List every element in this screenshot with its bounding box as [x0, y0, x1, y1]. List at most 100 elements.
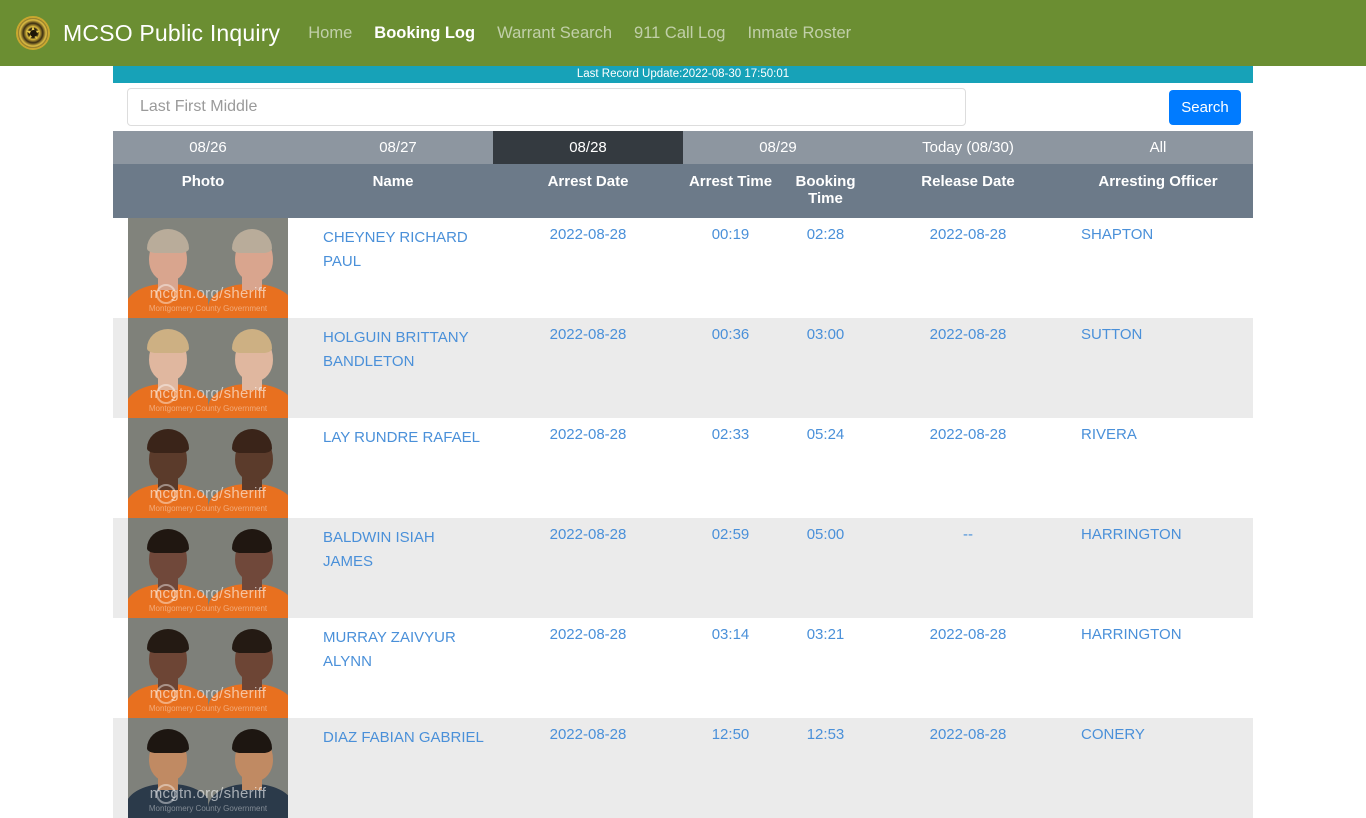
search-button[interactable]: Search: [1169, 89, 1241, 125]
brand[interactable]: MCSO Public Inquiry: [16, 16, 280, 50]
cell-photo: mcgtn.org/sheriff Montgomery County Gover…: [113, 618, 293, 718]
cell-release-date-link[interactable]: --: [963, 526, 973, 543]
cell-booking-time: 02:28: [778, 218, 873, 318]
cell-arrest-date-link[interactable]: 2022-08-28: [550, 426, 627, 443]
cell-booking-time: 03:21: [778, 618, 873, 718]
cell-release-date: 2022-08-28: [873, 418, 1063, 518]
nav-link-home[interactable]: Home: [308, 24, 352, 43]
cell-arrest-date: 2022-08-28: [493, 418, 683, 518]
cell-release-date-link[interactable]: 2022-08-28: [930, 626, 1007, 643]
cell-name-link[interactable]: HOLGUIN BRITTANY BANDLETON: [323, 329, 468, 370]
mugshot-image[interactable]: mcgtn.org/sheriff Montgomery County Gover…: [128, 518, 288, 618]
column-header-booking-time[interactable]: Booking Time: [778, 164, 873, 218]
date-tab-0827[interactable]: 08/27: [303, 131, 493, 164]
cell-name-link[interactable]: DIAZ FABIAN GABRIEL: [323, 729, 484, 746]
nav-link-911-call-log[interactable]: 911 Call Log: [634, 24, 725, 43]
cell-name: LAY RUNDRE RAFAEL: [293, 418, 493, 518]
cell-arrest-time-link[interactable]: 03:14: [712, 626, 750, 643]
cell-arrest-date: 2022-08-28: [493, 718, 683, 818]
cell-name-link[interactable]: LAY RUNDRE RAFAEL: [323, 429, 480, 446]
date-tabs: 08/26 08/27 08/28 08/29 Today (08/30) Al…: [113, 131, 1253, 164]
mugshot-image[interactable]: mcgtn.org/sheriff Montgomery County Gover…: [128, 318, 288, 418]
cell-arresting-officer-link[interactable]: HARRINGTON: [1081, 526, 1182, 543]
column-header-name[interactable]: Name: [293, 164, 493, 218]
date-tab-0829[interactable]: 08/29: [683, 131, 873, 164]
cell-booking-time-link[interactable]: 03:00: [807, 326, 845, 343]
table-row[interactable]: mcgtn.org/sheriff Montgomery County Gover…: [113, 218, 1253, 318]
cell-arrest-time: 03:14: [683, 618, 778, 718]
mugshot-front: [128, 318, 208, 418]
cell-release-date: 2022-08-28: [873, 318, 1063, 418]
cell-photo: mcgtn.org/sheriff Montgomery County Gover…: [113, 218, 293, 318]
cell-release-date-link[interactable]: 2022-08-28: [930, 426, 1007, 443]
cell-arrest-time-link[interactable]: 02:33: [712, 426, 750, 443]
cell-booking-time: 05:24: [778, 418, 873, 518]
cell-arresting-officer-link[interactable]: RIVERA: [1081, 426, 1137, 443]
mugshot-image[interactable]: mcgtn.org/sheriff Montgomery County Gover…: [128, 618, 288, 718]
table-header-row: Photo Name Arrest Date Arrest Time Booki…: [113, 164, 1253, 218]
cell-name-link[interactable]: CHEYNEY RICHARD PAUL: [323, 229, 468, 270]
cell-photo: mcgtn.org/sheriff Montgomery County Gover…: [113, 418, 293, 518]
cell-arrest-time-link[interactable]: 12:50: [712, 726, 750, 743]
cell-arresting-officer-link[interactable]: CONERY: [1081, 726, 1145, 743]
cell-booking-time-link[interactable]: 05:00: [807, 526, 845, 543]
table-row[interactable]: mcgtn.org/sheriff Montgomery County Gover…: [113, 618, 1253, 718]
cell-booking-time-link[interactable]: 02:28: [807, 226, 845, 243]
mugshot-profile: [208, 218, 288, 318]
cell-release-date-link[interactable]: 2022-08-28: [930, 226, 1007, 243]
cell-booking-time-link[interactable]: 05:24: [807, 426, 845, 443]
nav-link-warrant-search[interactable]: Warrant Search: [497, 24, 612, 43]
column-header-release-date[interactable]: Release Date: [873, 164, 1063, 218]
cell-arresting-officer-link[interactable]: SUTTON: [1081, 326, 1142, 343]
date-tab-0828[interactable]: 08/28: [493, 131, 683, 164]
cell-release-date-link[interactable]: 2022-08-28: [930, 326, 1007, 343]
nav-link-inmate-roster[interactable]: Inmate Roster: [747, 24, 851, 43]
cell-arrest-time-link[interactable]: 00:36: [712, 326, 750, 343]
booking-log-table: Photo Name Arrest Date Arrest Time Booki…: [113, 164, 1253, 818]
cell-release-date: 2022-08-28: [873, 218, 1063, 318]
sheriff-badge-icon: [16, 16, 50, 50]
column-header-photo[interactable]: Photo: [113, 164, 293, 218]
cell-arrest-time-link[interactable]: 02:59: [712, 526, 750, 543]
search-input[interactable]: [127, 88, 966, 126]
column-header-arrest-date[interactable]: Arrest Date: [493, 164, 683, 218]
cell-arrest-date-link[interactable]: 2022-08-28: [550, 526, 627, 543]
date-tab-all[interactable]: All: [1063, 131, 1253, 164]
cell-arrest-date-link[interactable]: 2022-08-28: [550, 726, 627, 743]
table-row[interactable]: mcgtn.org/sheriff Montgomery County Gover…: [113, 718, 1253, 818]
cell-arrest-time-link[interactable]: 00:19: [712, 226, 750, 243]
cell-release-date: --: [873, 518, 1063, 618]
cell-booking-time: 05:00: [778, 518, 873, 618]
mugshot-profile: [208, 518, 288, 618]
cell-arrest-date-link[interactable]: 2022-08-28: [550, 626, 627, 643]
nav-link-booking-log[interactable]: Booking Log: [374, 24, 475, 43]
column-header-arrest-time[interactable]: Arrest Time: [683, 164, 778, 218]
date-tab-0826[interactable]: 08/26: [113, 131, 303, 164]
cell-arrest-time: 00:36: [683, 318, 778, 418]
column-header-arresting-officer[interactable]: Arresting Officer: [1063, 164, 1253, 218]
mugshot-image[interactable]: mcgtn.org/sheriff Montgomery County Gover…: [128, 218, 288, 318]
cell-arrest-date-link[interactable]: 2022-08-28: [550, 226, 627, 243]
cell-arresting-officer: RIVERA: [1063, 418, 1253, 518]
cell-booking-time: 12:53: [778, 718, 873, 818]
cell-name-link[interactable]: BALDWIN ISIAH JAMES: [323, 529, 435, 570]
cell-release-date-link[interactable]: 2022-08-28: [930, 726, 1007, 743]
cell-booking-time-link[interactable]: 03:21: [807, 626, 845, 643]
cell-arrest-time: 02:33: [683, 418, 778, 518]
cell-name: CHEYNEY RICHARD PAUL: [293, 218, 493, 318]
mugshot-image[interactable]: mcgtn.org/sheriff Montgomery County Gover…: [128, 718, 288, 818]
date-tab-today[interactable]: Today (08/30): [873, 131, 1063, 164]
table-row[interactable]: mcgtn.org/sheriff Montgomery County Gover…: [113, 418, 1253, 518]
cell-booking-time-link[interactable]: 12:53: [807, 726, 845, 743]
cell-arresting-officer-link[interactable]: HARRINGTON: [1081, 626, 1182, 643]
table-row[interactable]: mcgtn.org/sheriff Montgomery County Gover…: [113, 318, 1253, 418]
cell-arrest-date-link[interactable]: 2022-08-28: [550, 326, 627, 343]
cell-arresting-officer-link[interactable]: SHAPTON: [1081, 226, 1153, 243]
cell-arrest-date: 2022-08-28: [493, 618, 683, 718]
table-row[interactable]: mcgtn.org/sheriff Montgomery County Gover…: [113, 518, 1253, 618]
cell-name-link[interactable]: MURRAY ZAIVYUR ALYNN: [323, 629, 456, 670]
mugshot-profile: [208, 318, 288, 418]
cell-release-date: 2022-08-28: [873, 618, 1063, 718]
mugshot-profile: [208, 418, 288, 518]
mugshot-image[interactable]: mcgtn.org/sheriff Montgomery County Gover…: [128, 418, 288, 518]
